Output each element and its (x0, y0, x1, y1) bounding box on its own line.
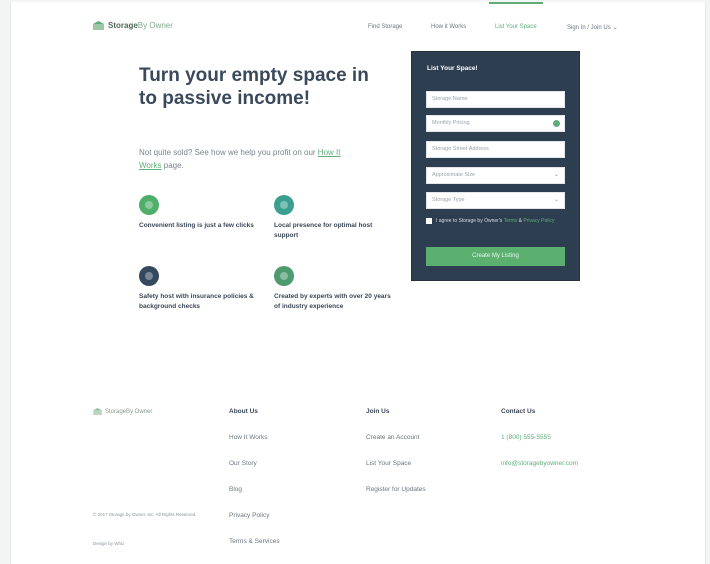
nav-list-your-space[interactable]: List Your Space (489, 2, 543, 30)
footer-link-blog[interactable]: Blog (229, 486, 280, 512)
top-navigation: Storage By Owner Find Storage How it Work… (11, 2, 705, 48)
footer-brand-logo[interactable]: Storage By Owner (93, 408, 152, 415)
list-space-form: List Your Space! Storage Name Monthly Pr… (411, 51, 580, 281)
footer-link-our-story[interactable]: Our Story (229, 460, 280, 486)
footer-about-column: About Us How It Works Our Story Blog Pri… (229, 408, 280, 564)
nav-sign-in-label: Sign In / Join Us (567, 25, 611, 31)
approximate-size-value: Approximate Size (432, 172, 476, 178)
terms-agreement: I agree to Storage by Owner's Terms & Pr… (426, 217, 566, 225)
footer-phone-link[interactable]: 1 (800) 555-5555 (501, 434, 578, 460)
nav-sign-in[interactable]: Sign In / Join Us ⌄ (567, 24, 618, 31)
brand-name-secondary: By Owner (137, 21, 173, 30)
terms-link[interactable]: Terms (504, 218, 518, 224)
brand-logo[interactable]: Storage By Owner (93, 21, 173, 30)
storage-type-select[interactable]: Storage Type ⌄ (426, 192, 565, 209)
page: Storage By Owner Find Storage How it Work… (10, 2, 706, 564)
status-dot-icon (553, 120, 560, 127)
storage-name-input[interactable]: Storage Name (426, 91, 565, 108)
feature-convenient-listing: Convenient listing is just a few clicks (139, 195, 261, 231)
support-icon (274, 195, 294, 215)
agree-checkbox[interactable] (426, 217, 432, 224)
feature-text: Convenient listing is just a few clicks (139, 222, 254, 229)
feature-text: Local presence for optimal host support (274, 222, 373, 239)
footer-brand-secondary: By Owner (126, 408, 153, 415)
hero-text-before: Not quite sold? See how we help you prof… (139, 148, 316, 157)
monthly-pricing-placeholder: Monthly Pricing (432, 120, 470, 126)
agree-mid: & (518, 218, 522, 224)
monthly-pricing-input[interactable]: Monthly Pricing (426, 115, 565, 132)
footer-heading: Contact Us (501, 408, 536, 415)
shield-icon (139, 266, 159, 286)
storage-type-value: Storage Type (432, 197, 465, 203)
hero-title: Turn your empty space in to passive inco… (139, 65, 369, 109)
star-icon (274, 266, 294, 286)
feature-text: Created by experts with over 20 years of… (274, 293, 391, 310)
footer-made-by: Design by Whiz (93, 541, 125, 546)
nav-find-storage[interactable]: Find Storage (368, 24, 402, 30)
hero-text-after: page. (163, 161, 184, 170)
footer-link-register[interactable]: Register for Updates (366, 486, 426, 512)
chevron-down-icon: ⌄ (553, 197, 559, 203)
thumbs-up-icon (139, 195, 159, 215)
footer-contact-column: Contact Us 1 (800) 555-5555 info@storage… (501, 408, 578, 486)
footer-link-create-account[interactable]: Create an Account (366, 434, 426, 460)
brand-name-primary: Storage (108, 21, 138, 30)
footer-link-how-it-works[interactable]: How It Works (229, 434, 280, 460)
chevron-down-icon: ⌄ (612, 25, 618, 31)
street-address-input[interactable]: Storage Street Address (426, 141, 565, 158)
footer-brand-primary: Storage (105, 408, 127, 415)
chevron-down-icon: ⌄ (553, 172, 559, 178)
nav-how-it-works[interactable]: How it Works (431, 24, 466, 30)
feature-safety: Safety host with insurance policies & ba… (139, 266, 261, 312)
feature-experts: Created by experts with over 20 years of… (274, 266, 396, 312)
footer-email-link[interactable]: info@storagebyowner.com (501, 460, 578, 486)
footer-heading: Join Us (366, 408, 390, 415)
privacy-policy-link[interactable]: Privacy Policy (523, 218, 554, 224)
agree-text: I agree to Storage by Owner's (436, 218, 503, 224)
form-title: List Your Space! (427, 65, 478, 72)
storage-logo-icon (93, 21, 104, 30)
feature-text: Safety host with insurance policies & ba… (139, 293, 254, 310)
create-listing-button[interactable]: Create My Listing (426, 247, 565, 266)
feature-local-presence: Local presence for optimal host support (274, 195, 396, 241)
approximate-size-select[interactable]: Approximate Size ⌄ (426, 167, 565, 184)
footer-link-list-space[interactable]: List Your Space (366, 460, 426, 486)
footer-join-column: Join Us Create an Account List Your Spac… (366, 408, 426, 512)
footer-link-privacy[interactable]: Privacy Policy (229, 512, 280, 538)
footer-link-terms[interactable]: Terms & Services (229, 538, 280, 564)
footer-copyright: © 2017 Storage by Owner, Inc. All Rights… (93, 512, 197, 517)
footer-heading: About Us (229, 408, 258, 415)
hero-description: Not quite sold? See how we help you prof… (139, 146, 359, 172)
storage-logo-icon (93, 408, 102, 415)
